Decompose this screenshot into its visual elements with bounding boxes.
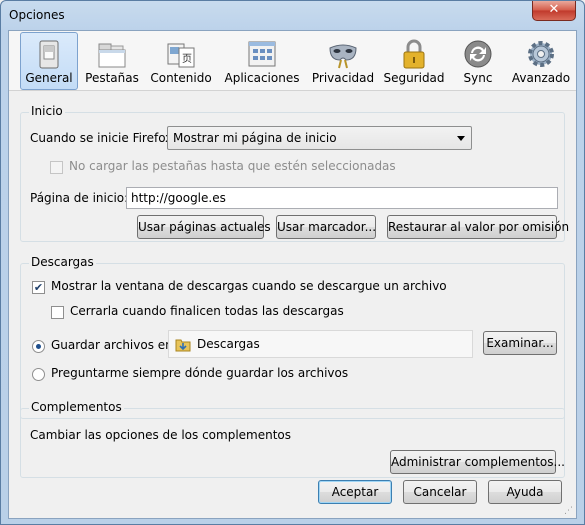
always-ask-radio[interactable] — [32, 368, 45, 381]
tab-tabs-label: Pestañas — [85, 71, 139, 85]
when-starts-label: Cuando se inicie Firefox: — [30, 131, 177, 145]
tab-privacy-label: Privacidad — [311, 71, 375, 85]
close-button[interactable]: ✕ — [532, 1, 576, 21]
dont-load-tabs-checkbox[interactable] — [50, 161, 63, 174]
tab-advanced[interactable]: Avanzado — [509, 32, 573, 90]
save-to-radio[interactable] — [32, 340, 45, 353]
mask-icon — [329, 44, 357, 69]
window-title: Opciones — [9, 8, 65, 22]
startup-select-value: Mostrar mi página de inicio — [173, 131, 337, 145]
downloads-group-title: Descargas — [29, 255, 96, 269]
tab-applications-label: Aplicaciones — [224, 71, 300, 85]
accept-button[interactable]: Aceptar — [318, 480, 392, 504]
tab-applications[interactable]: Aplicaciones — [222, 32, 302, 90]
tab-security[interactable]: Seguridad — [382, 32, 446, 90]
content-icon: 页 — [167, 43, 195, 68]
use-current-pages-button[interactable]: Usar páginas actuales — [137, 215, 271, 239]
tab-security-label: Seguridad — [383, 71, 445, 85]
switch-icon — [39, 40, 59, 69]
cancel-button[interactable]: Cancelar — [403, 480, 477, 504]
download-folder-field: Descargas — [168, 330, 473, 358]
browse-button[interactable]: Examinar... — [483, 331, 557, 355]
startup-group-title: Inicio — [29, 104, 65, 118]
addons-group: Complementos Cambiar las opciones de los… — [20, 400, 565, 478]
homepage-input[interactable]: http://google.es — [126, 187, 558, 209]
always-ask-label: Preguntarme siempre dónde guardar los ar… — [51, 366, 349, 380]
dont-load-tabs-label: No cargar las pestañas hasta que estén s… — [69, 159, 396, 173]
homepage-label: Página de inicio: — [30, 191, 129, 205]
applications-icon — [248, 41, 276, 67]
options-window: Opciones ✕ General Pestañas 页 Contenido … — [0, 0, 585, 525]
dialog-client: General Pestañas 页 Contenido Aplicacione… — [8, 30, 577, 519]
padlock-icon — [403, 39, 425, 69]
close-when-done-label: Cerrarla cuando finalicen todas las desc… — [70, 304, 344, 318]
resize-grip-icon[interactable]: ⋰ — [564, 506, 574, 516]
show-downloads-window-label: Mostrar la ventana de descargas cuando s… — [51, 279, 447, 293]
svg-text:页: 页 — [182, 53, 192, 65]
addons-group-title: Complementos — [29, 400, 124, 414]
homepage-input-value: http://google.es — [131, 191, 226, 205]
tab-tabs[interactable]: Pestañas — [82, 32, 142, 90]
close-icon: ✕ — [548, 2, 560, 17]
pane-toolbar: General Pestañas 页 Contenido Aplicacione… — [9, 31, 576, 91]
tab-general-label: General — [25, 71, 73, 85]
restore-default-button[interactable]: Restaurar al valor por omisión — [387, 215, 569, 239]
use-bookmark-button[interactable]: Usar marcador... — [276, 215, 376, 239]
gear-icon — [528, 41, 554, 67]
tab-privacy[interactable]: Privacidad — [308, 32, 378, 90]
download-folder-name: Descargas — [197, 337, 260, 351]
tab-content[interactable]: 页 Contenido — [146, 32, 216, 90]
sync-icon — [464, 40, 492, 68]
tab-advanced-label: Avanzado — [511, 71, 571, 85]
tab-content-label: Contenido — [150, 71, 212, 85]
manage-addons-button[interactable]: Administrar complementos... — [390, 450, 565, 474]
tab-sync[interactable]: Sync — [452, 32, 504, 90]
show-downloads-window-checkbox[interactable]: ✔ — [32, 281, 45, 294]
chevron-down-icon — [457, 136, 465, 141]
help-button[interactable]: Ayuda — [488, 480, 562, 504]
tab-general[interactable]: General — [20, 32, 78, 90]
tabs-icon — [98, 43, 126, 68]
save-to-label: Guardar archivos en — [51, 338, 173, 352]
folder-icon — [175, 339, 191, 352]
title-bar[interactable]: Opciones ✕ — [1, 1, 584, 31]
startup-select[interactable]: Mostrar mi página de inicio — [167, 126, 472, 150]
close-when-done-checkbox[interactable] — [51, 306, 64, 319]
addons-description: Cambiar las opciones de los complementos — [30, 428, 292, 442]
startup-group: Inicio Cuando se inicie Firefox: Mostrar… — [20, 104, 569, 242]
tab-sync-label: Sync — [463, 71, 493, 85]
downloads-group: Descargas ✔ Mostrar la ventana de descar… — [20, 255, 565, 419]
